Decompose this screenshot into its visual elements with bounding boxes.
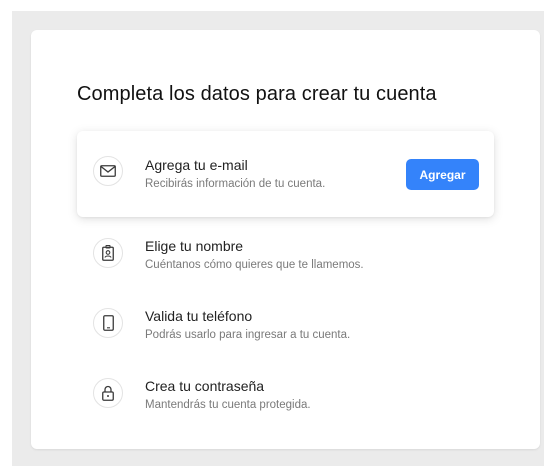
step-subtitle: Mantendrás tu cuenta protegida. — [145, 399, 311, 411]
step-subtitle: Recibirás información de tu cuenta. — [145, 178, 326, 190]
step-subtitle: Cuéntanos cómo quieres que te llamemos. — [145, 259, 364, 271]
lock-icon — [93, 378, 123, 408]
add-email-button[interactable]: Agregar — [406, 159, 479, 190]
step-create-password[interactable]: Crea tu contraseña Mantendrás tu cuenta … — [77, 364, 494, 450]
step-add-email[interactable]: Agrega tu e-mail Recibirás información d… — [77, 131, 494, 217]
id-badge-icon — [93, 238, 123, 268]
step-title: Elige tu nombre — [145, 238, 244, 254]
step-subtitle: Podrás usarlo para ingresar a tu cuenta. — [145, 329, 351, 341]
step-title: Agrega tu e-mail — [145, 157, 248, 173]
signup-steps-card: Completa los datos para crear tu cuenta … — [31, 30, 540, 449]
page-title: Completa los datos para crear tu cuenta — [77, 83, 437, 105]
step-title: Crea tu contraseña — [145, 378, 265, 394]
mail-icon — [93, 156, 123, 186]
phone-icon — [93, 308, 123, 338]
step-title: Valida tu teléfono — [145, 308, 253, 324]
